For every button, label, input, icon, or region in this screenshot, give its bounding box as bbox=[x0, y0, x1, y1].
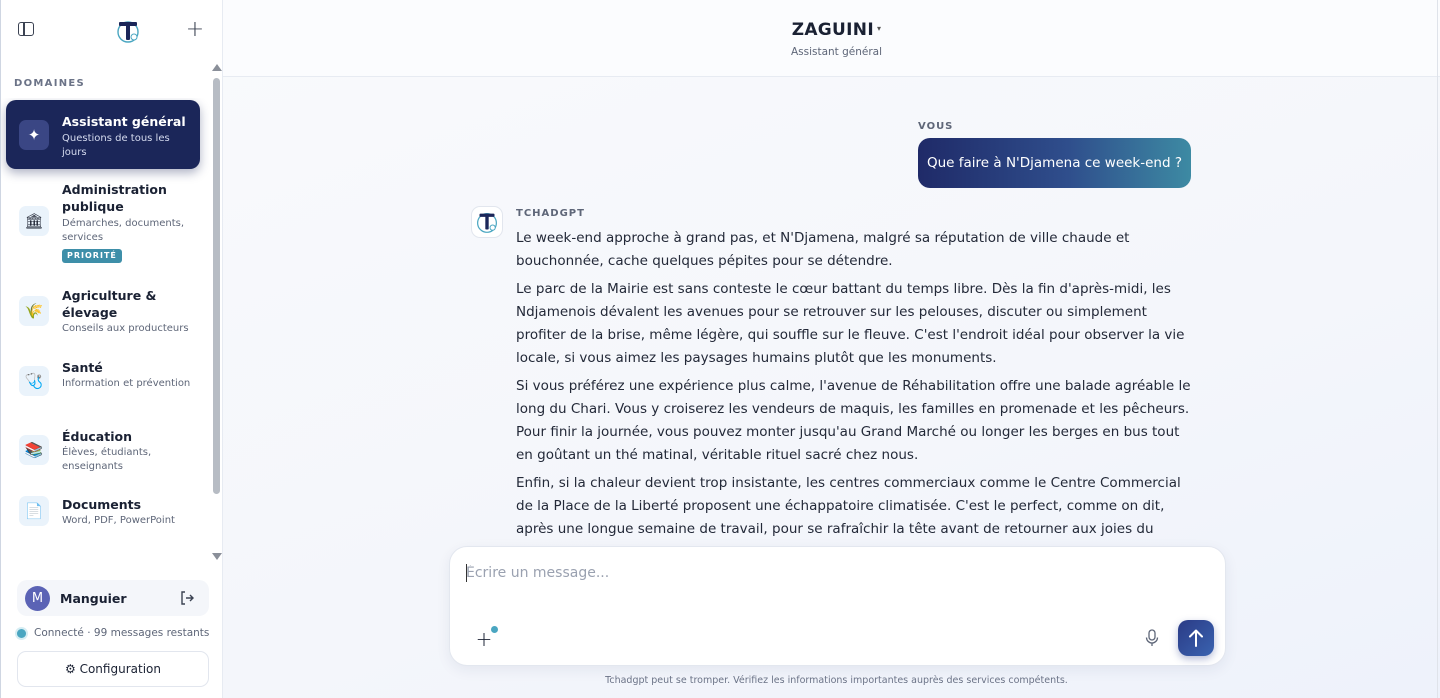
scroll-up-icon[interactable] bbox=[212, 64, 222, 71]
model-selector[interactable]: ZAGUINI ▾ bbox=[223, 20, 1440, 40]
domain-item-documents[interactable]: 📄 Documents Word, PDF, PowerPoint bbox=[6, 496, 200, 536]
domain-title: Documents bbox=[62, 497, 142, 512]
user-message-label: VOUS bbox=[918, 121, 954, 132]
sidebar-header: + bbox=[1, 0, 223, 62]
building-icon: 🏛 bbox=[19, 206, 49, 236]
send-button[interactable] bbox=[1178, 620, 1214, 656]
bot-paragraph: Si vous préférez une expérience plus cal… bbox=[516, 378, 1191, 463]
domain-list: ✦ Assistant général Questions de tous le… bbox=[1, 98, 211, 560]
chevron-down-icon[interactable]: ▾ bbox=[877, 24, 881, 33]
domain-item-education[interactable]: 📚 Éducation Élèves, étudiants, enseignan… bbox=[6, 427, 200, 477]
bot-avatar-icon bbox=[471, 206, 503, 238]
bot-message-body: Le week-end approche à grand pas, et N'D… bbox=[516, 227, 1196, 542]
attach-indicator-dot bbox=[491, 626, 498, 633]
sidebar: + DOMAINES ✦ Assistant général Questions… bbox=[0, 0, 223, 698]
text-caret bbox=[466, 564, 467, 582]
domain-item-administration[interactable]: 🏛 Administration publique Démarches, doc… bbox=[6, 178, 200, 268]
document-icon: 📄 bbox=[19, 496, 49, 526]
sidebar-scrollbar[interactable] bbox=[211, 62, 223, 565]
chat-header: ZAGUINI ▾ Assistant général bbox=[223, 0, 1440, 77]
stethoscope-icon: 🩺 bbox=[19, 366, 49, 396]
domain-item-assistant-general[interactable]: ✦ Assistant général Questions de tous le… bbox=[6, 100, 200, 169]
domain-title: Éducation bbox=[62, 429, 132, 444]
priority-badge: PRIORITÉ bbox=[62, 249, 122, 263]
attach-button[interactable]: + bbox=[474, 629, 494, 649]
bot-message-label: TCHADGPT bbox=[516, 208, 585, 219]
user-message-bubble: Que faire à N'Djamena ce week-end ? bbox=[918, 138, 1191, 188]
main-divider bbox=[1437, 0, 1438, 698]
domain-subtitle: Conseils aux producteurs bbox=[62, 323, 189, 334]
status-dot-icon bbox=[17, 629, 26, 638]
domain-subtitle: Information et prévention bbox=[62, 378, 191, 389]
sparkle-icon: ✦ bbox=[19, 120, 49, 150]
disclaimer-text: Tchadgpt peut se tromper. Vérifiez les i… bbox=[605, 675, 1068, 686]
arrow-up-icon bbox=[1189, 629, 1203, 647]
domain-title: Assistant général bbox=[62, 114, 186, 129]
user-name: Manguier bbox=[60, 591, 127, 606]
domain-subtitle: Questions de tous les jours bbox=[62, 133, 170, 158]
status-text: Connecté · 99 messages restants bbox=[34, 627, 210, 639]
chat-area: ZAGUINI ▾ Assistant général VOUS Que fair… bbox=[223, 0, 1440, 698]
domain-title: Agriculture & élevage bbox=[62, 288, 157, 320]
model-name: ZAGUINI bbox=[791, 20, 874, 40]
configuration-button[interactable]: ⚙ Configuration bbox=[17, 651, 209, 687]
domain-item-sante[interactable]: 🩺 Santé Information et prévention bbox=[6, 358, 200, 408]
scroll-down-icon[interactable] bbox=[212, 553, 222, 560]
domain-subtitle: Élèves, étudiants, enseignants bbox=[62, 447, 152, 472]
domain-title: Administration publique bbox=[62, 182, 167, 214]
domains-section-title: DOMAINES bbox=[14, 78, 86, 89]
books-icon: 📚 bbox=[19, 435, 49, 465]
wheat-icon: 🌾 bbox=[19, 296, 49, 326]
domain-subtitle: Word, PDF, PowerPoint bbox=[62, 515, 175, 526]
bot-paragraph: Le week-end approche à grand pas, et N'D… bbox=[516, 230, 1130, 269]
microphone-icon[interactable] bbox=[1144, 629, 1160, 647]
bot-paragraph: Enfin, si la chaleur devient trop insist… bbox=[516, 475, 1181, 537]
scrollbar-thumb[interactable] bbox=[213, 78, 220, 494]
bot-paragraph: Le parc de la Mairie est sans conteste l… bbox=[516, 281, 1185, 366]
app-logo[interactable] bbox=[115, 18, 141, 44]
avatar: M bbox=[25, 586, 50, 611]
header-subtitle: Assistant général bbox=[790, 46, 883, 58]
domain-title: Santé bbox=[62, 360, 103, 375]
message-composer: + bbox=[449, 546, 1226, 666]
new-chat-button[interactable]: + bbox=[185, 18, 205, 42]
sidebar-toggle-icon[interactable] bbox=[18, 22, 34, 36]
domain-item-agriculture[interactable]: 🌾 Agriculture & élevage Conseils aux pro… bbox=[6, 285, 200, 341]
domain-subtitle: Démarches, documents, services bbox=[62, 218, 185, 243]
user-card[interactable]: M Manguier bbox=[17, 580, 209, 616]
message-input[interactable] bbox=[466, 561, 1166, 585]
logout-icon[interactable] bbox=[179, 590, 195, 606]
